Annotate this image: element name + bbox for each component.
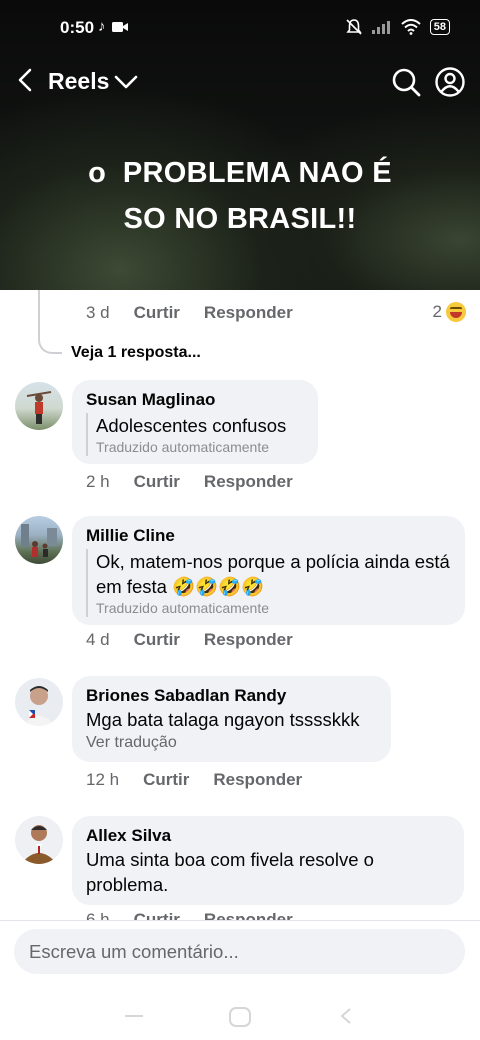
caption-line-2: SO NO BRASIL!! <box>123 203 357 235</box>
reply-button[interactable]: Responder <box>204 472 293 492</box>
status-bar: 0:50 ♪ 58 <box>0 0 480 56</box>
reply-button[interactable]: Responder <box>213 770 302 790</box>
video-camera-icon <box>111 22 128 32</box>
comment-bubble[interactable]: Susan Maglinao Adolescentes confusos Tra… <box>72 380 318 464</box>
reel-video-area[interactable]: 0:50 ♪ 58 Reels o PROBLEMA NAO É SO NO B… <box>0 0 480 290</box>
like-button[interactable]: Curtir <box>134 303 180 323</box>
comments-sheet[interactable]: 3 d Curtir Responder 2 Veja 1 resposta..… <box>0 290 480 920</box>
comment-time: 6 h <box>86 910 110 920</box>
comment-time: 12 h <box>86 770 120 789</box>
comment-bubble[interactable]: Millie Cline Ok, matem-nos porque a polí… <box>72 516 465 625</box>
see-translation-link[interactable]: Ver tradução <box>86 732 377 754</box>
composer-divider <box>0 920 480 921</box>
comment-text: Adolescentes confusos <box>96 415 287 436</box>
tiktok-notification-icon: ♪ <box>98 18 106 35</box>
bell-muted-icon <box>346 19 362 35</box>
avatar[interactable] <box>15 678 63 726</box>
comment-author[interactable]: Briones Sabadlan Randy <box>86 685 377 707</box>
comment-bubble[interactable]: Briones Sabadlan Randy Mga bata talaga n… <box>72 676 391 762</box>
chevron-down-icon <box>115 75 138 88</box>
reply-button[interactable]: Responder <box>204 303 293 323</box>
reply-button[interactable]: Responder <box>204 910 293 920</box>
reaction-summary[interactable]: 2 <box>433 302 466 322</box>
avatar[interactable] <box>15 816 63 864</box>
reply-thread-line <box>38 290 62 354</box>
avatar-photo <box>21 524 57 557</box>
wifi-icon <box>401 19 421 35</box>
recent-apps-icon[interactable] <box>122 1006 146 1026</box>
comment-text: Ok, matem-nos porque a polícia ainda est… <box>96 551 450 597</box>
comment-text: Uma sinta boa com fivela resolve o probl… <box>86 849 374 895</box>
reply-button[interactable]: Responder <box>204 630 293 650</box>
like-button[interactable]: Curtir <box>134 630 180 650</box>
comment-time: 3 d <box>86 303 110 322</box>
comment-actions: 6 h Curtir Responder <box>86 910 293 920</box>
see-replies-link[interactable]: Veja 1 resposta... <box>71 344 201 362</box>
search-icon[interactable] <box>390 66 422 98</box>
comment-actions: 4 d Curtir Responder <box>86 630 293 650</box>
avatar[interactable] <box>15 382 63 430</box>
comment-author[interactable]: Millie Cline <box>86 525 451 547</box>
home-icon[interactable] <box>226 1006 254 1028</box>
haha-reaction-icon <box>446 302 466 322</box>
avatar[interactable] <box>15 516 63 564</box>
app-bar: Reels <box>0 58 480 106</box>
signal-icon <box>371 21 390 34</box>
avatar-photo <box>21 825 57 864</box>
comment-time: 4 d <box>86 630 110 649</box>
video-caption: o PROBLEMA NAO É SO NO BRASIL!! <box>40 150 440 242</box>
auto-translated-note: Traduzido automaticamente <box>96 439 270 455</box>
battery-level: 58 <box>429 19 450 35</box>
comment-bubble[interactable]: Allex Silva Uma sinta boa com fivela res… <box>72 816 464 905</box>
like-button[interactable]: Curtir <box>134 910 180 920</box>
caption-line-1: o PROBLEMA NAO É <box>88 157 392 189</box>
avatar-photo <box>26 391 52 424</box>
comment-text: Mga bata talaga ngayon tsssskkk <box>86 709 360 730</box>
status-time: 0:50 <box>60 18 95 37</box>
comment-input-placeholder: Escreva um comentário... <box>29 941 239 962</box>
avatar-photo <box>23 686 55 726</box>
page-title: Reels <box>48 68 110 94</box>
like-button[interactable]: Curtir <box>143 770 189 790</box>
comment-author[interactable]: Allex Silva <box>86 825 450 847</box>
profile-icon[interactable] <box>434 66 466 98</box>
comment-input[interactable]: Escreva um comentário... <box>14 929 465 974</box>
comment-actions: 12 h Curtir Responder <box>86 770 302 790</box>
comment-time: 2 h <box>86 472 110 491</box>
system-nav-bar <box>0 996 480 1040</box>
back-arrow-icon[interactable] <box>14 66 38 94</box>
comment-author[interactable]: Susan Maglinao <box>86 389 304 411</box>
like-button[interactable]: Curtir <box>134 472 180 492</box>
auto-translated-note: Traduzido automaticamente <box>96 600 270 616</box>
reaction-count: 2 <box>432 302 442 321</box>
prev-comment-actions: 3 d Curtir Responder <box>86 303 293 323</box>
back-nav-icon[interactable] <box>334 1006 358 1026</box>
reels-title-dropdown[interactable]: Reels <box>48 68 139 95</box>
comment-actions: 2 h Curtir Responder <box>86 472 293 492</box>
